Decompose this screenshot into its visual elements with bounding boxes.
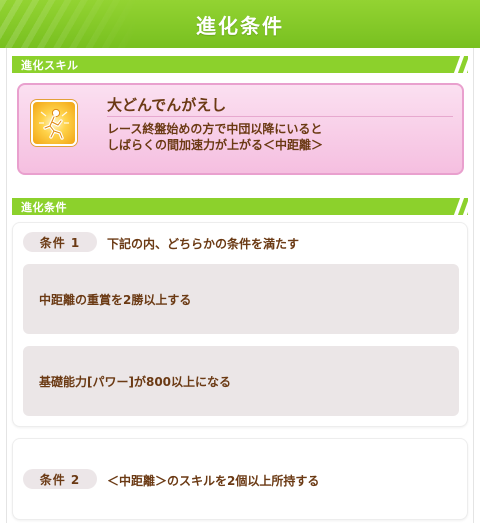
skill-description-line-2: しばらくの間加速力が上がる＜中距離＞ xyxy=(107,138,324,152)
running-figure-icon xyxy=(31,100,77,146)
section-header-skill: 進化スキル xyxy=(12,56,468,73)
skill-description: レース終盤始めの方で中団以降にいると しばらくの間加速力が上がる＜中距離＞ xyxy=(107,121,457,153)
section-header-conditions: 進化条件 xyxy=(12,198,468,215)
skill-divider xyxy=(107,116,453,117)
condition-sub-item-text: 中距離の重賞を2勝以上する xyxy=(39,293,192,307)
header-decoration xyxy=(0,0,140,48)
skill-name: 大どんでんがえし xyxy=(107,96,227,114)
condition-badge-2: 条件 2 xyxy=(23,469,97,489)
condition-text-2: ＜中距離＞のスキルを2個以上所持する xyxy=(107,474,320,488)
condition-badge-1: 条件 1 xyxy=(23,232,97,252)
condition-panel-1: 条件 1 下記の内、どちらかの条件を満たす 中距離の重賞を2勝以上する 基礎能力… xyxy=(12,222,468,427)
title-bar: 進化条件 xyxy=(0,0,480,48)
page-title: 進化条件 xyxy=(196,13,284,38)
condition-panel-2: 条件 2 ＜中距離＞のスキルを2個以上所持する xyxy=(12,438,468,520)
condition-sub-item-1: 中距離の重賞を2勝以上する xyxy=(23,264,459,334)
skill-description-line-1: レース終盤始めの方で中団以降にいると xyxy=(107,122,323,136)
condition-text-1: 下記の内、どちらかの条件を満たす xyxy=(107,237,300,251)
condition-sub-item-2: 基礎能力[パワー]が800以上になる xyxy=(23,346,459,416)
skill-card[interactable]: 大どんでんがえし レース終盤始めの方で中団以降にいると しばらくの間加速力が上が… xyxy=(17,83,464,175)
running-figure-icon-graphic xyxy=(39,108,69,140)
section-label-skill: 進化スキル xyxy=(21,58,79,72)
section-label-conditions: 進化条件 xyxy=(21,200,67,214)
condition-sub-item-text: 基礎能力[パワー]が800以上になる xyxy=(39,375,232,389)
